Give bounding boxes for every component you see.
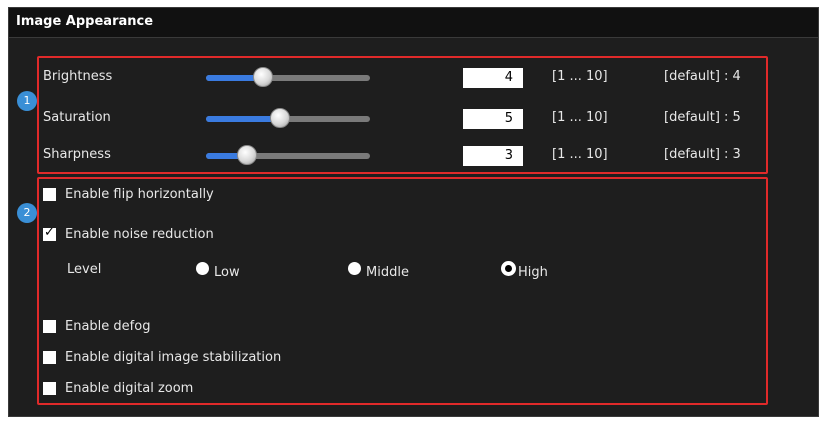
level-low-label: Low [214, 265, 240, 280]
saturation-slider[interactable] [206, 108, 370, 128]
saturation-default: [default] : 5 [664, 110, 741, 125]
sharpness-value-input[interactable]: 3 [463, 146, 523, 166]
brightness-value-input[interactable]: 4 [463, 68, 523, 88]
noise-reduction-checkbox[interactable] [43, 225, 56, 241]
saturation-slider-knob[interactable] [269, 108, 290, 128]
stabilization-label: Enable digital image stabilization [65, 350, 282, 365]
sharpness-slider[interactable] [206, 145, 370, 165]
level-middle-label: Middle [366, 265, 409, 280]
stabilization-checkbox[interactable] [43, 351, 56, 364]
sharpness-slider-knob[interactable] [236, 145, 257, 165]
flip-checkbox[interactable] [43, 188, 56, 201]
brightness-default: [default] : 4 [664, 69, 741, 84]
level-label: Level [67, 262, 102, 277]
saturation-value-input[interactable]: 5 [463, 109, 523, 129]
annotation-box-2 [37, 177, 768, 405]
annotation-badge-2: 2 [17, 203, 37, 223]
saturation-slider-fill [206, 116, 280, 122]
level-high-label: High [518, 265, 548, 280]
zoom-checkbox[interactable] [43, 382, 56, 395]
brightness-slider[interactable] [206, 67, 370, 87]
saturation-row: Saturation 5 [1 ... 10] [default] : 5 [0, 107, 827, 131]
level-low-radio[interactable] [196, 262, 209, 275]
defog-label: Enable defog [65, 319, 151, 334]
brightness-range: [1 ... 10] [552, 69, 608, 84]
sharpness-label: Sharpness [43, 147, 111, 162]
sharpness-row: Sharpness 3 [1 ... 10] [default] : 3 [0, 144, 827, 168]
panel-title: Image Appearance [9, 8, 818, 38]
flip-label: Enable flip horizontally [65, 187, 214, 202]
sharpness-default: [default] : 3 [664, 147, 741, 162]
level-high-radio[interactable] [502, 262, 515, 275]
saturation-range: [1 ... 10] [552, 110, 608, 125]
defog-checkbox[interactable] [43, 320, 56, 333]
brightness-row: Brightness 4 [1 ... 10] [default] : 4 [0, 66, 827, 90]
sharpness-range: [1 ... 10] [552, 147, 608, 162]
brightness-label: Brightness [43, 69, 113, 84]
brightness-slider-knob[interactable] [253, 67, 274, 87]
noise-reduction-label: Enable noise reduction [65, 227, 214, 242]
zoom-label: Enable digital zoom [65, 381, 194, 396]
saturation-label: Saturation [43, 110, 111, 125]
level-middle-radio[interactable] [348, 262, 361, 275]
